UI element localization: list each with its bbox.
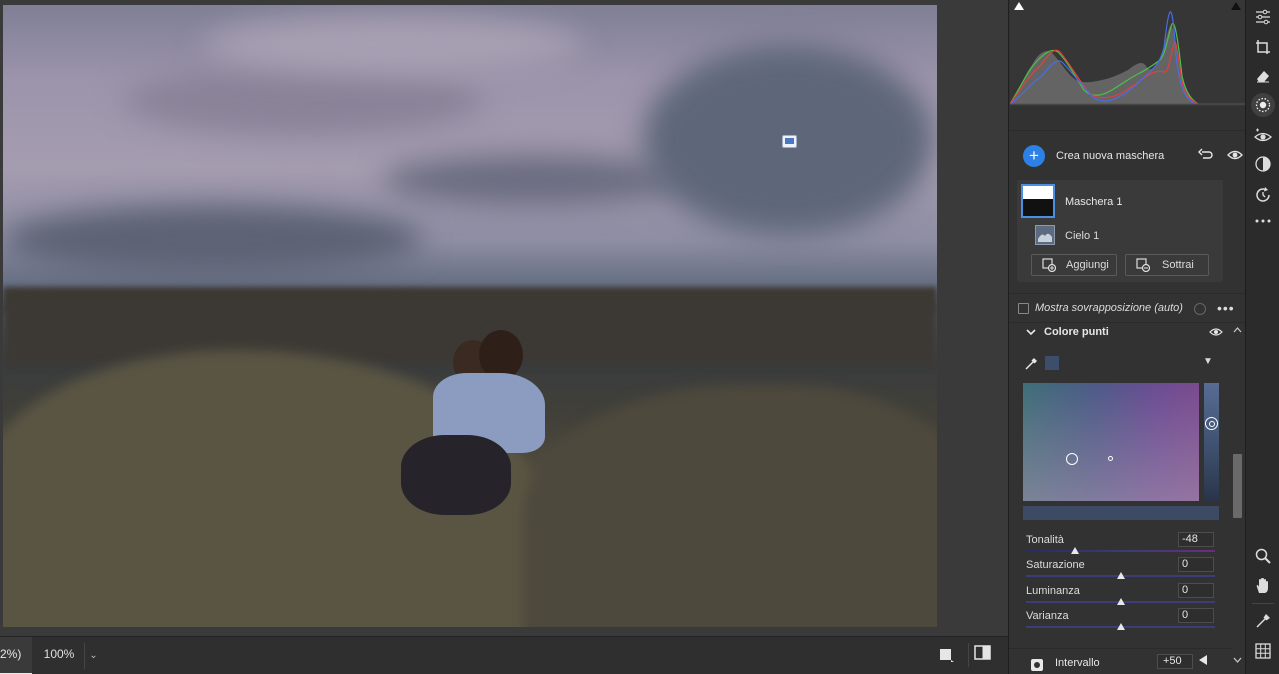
image-canvas[interactable] <box>0 0 1008 636</box>
interval-row: Intervallo +50 <box>1009 648 1231 674</box>
eye-icon[interactable] <box>1209 327 1223 337</box>
zoom-fit-button[interactable]: 2%) <box>0 637 32 674</box>
cloud-shape <box>383 155 683 205</box>
zoom-100-button[interactable]: 100% <box>36 637 82 674</box>
subtract-button[interactable]: Sottrai <box>1125 254 1209 276</box>
sky-component-icon[interactable] <box>1035 225 1055 245</box>
cloud-shape <box>203 15 583 75</box>
red-eye-icon[interactable] <box>1254 128 1272 146</box>
overlay-label[interactable]: Mostra sovrapposizione (auto) <box>1035 302 1183 314</box>
eye-icon[interactable] <box>1227 148 1243 162</box>
more-icon[interactable] <box>1254 212 1272 230</box>
selected-color-swatch[interactable] <box>1045 356 1059 370</box>
section-title: Colore punti <box>1044 326 1109 338</box>
add-mask-icon <box>1042 258 1056 272</box>
slider-label: Varianza <box>1026 610 1069 622</box>
divider <box>1252 603 1274 604</box>
interval-icon <box>1031 659 1043 671</box>
bottom-toolbar: 2%) 100% ⌄ <box>0 636 1008 674</box>
create-mask-button[interactable]: + <box>1023 145 1045 167</box>
eyedropper-icon[interactable] <box>1023 356 1039 372</box>
slider-thumb[interactable] <box>1116 623 1125 630</box>
grid-icon[interactable] <box>1254 642 1272 660</box>
interval-arrow-icon[interactable] <box>1199 655 1207 665</box>
undo-icon[interactable] <box>1198 148 1214 162</box>
slider-value-input[interactable]: 0 <box>1178 583 1214 598</box>
luminance-handle[interactable] <box>1205 417 1218 430</box>
slider-track[interactable] <box>1026 550 1215 552</box>
mask-pin[interactable] <box>782 135 797 148</box>
highlight-clipping-icon[interactable] <box>1229 0 1243 14</box>
versions-icon[interactable] <box>1254 186 1272 204</box>
slider-label: Tonalità <box>1026 534 1064 546</box>
heal-eraser-icon[interactable] <box>1254 67 1272 85</box>
histogram <box>1009 0 1245 106</box>
luminance-bar[interactable] <box>1204 383 1219 501</box>
mask-name[interactable]: Maschera 1 <box>1065 196 1122 208</box>
slider-luminance[interactable]: Luminanza 0 <box>1026 583 1216 610</box>
slider-value-input[interactable]: 0 <box>1178 557 1214 572</box>
sampler-icon[interactable] <box>1254 612 1272 630</box>
mask-header: + Crea nuova maschera <box>1009 130 1246 174</box>
subtract-mask-icon <box>1136 258 1150 272</box>
cloud-shape <box>123 65 483 135</box>
slider-thumb[interactable] <box>1116 572 1125 579</box>
overlay-row: Mostra sovrapposizione (auto) ••• <box>1009 293 1246 323</box>
histogram-graph <box>1009 11 1245 105</box>
color-range-header[interactable]: Colore punti <box>1009 324 1231 344</box>
color-picker-row: ▼ <box>1023 354 1223 374</box>
overlay-color-icon[interactable] <box>1194 303 1206 315</box>
slider-label: Saturazione <box>1026 559 1085 571</box>
component-name[interactable]: Cielo 1 <box>1065 230 1099 242</box>
edit-panel: + Crea nuova maschera Maschera 1 Cielo 1… <box>1008 0 1246 674</box>
scroll-down-icon[interactable] <box>1233 656 1242 664</box>
add-button[interactable]: Aggiungi <box>1031 254 1117 276</box>
compare-view-icon[interactable] <box>968 643 996 667</box>
overlay-checkbox[interactable] <box>1018 303 1029 314</box>
grass-shape <box>523 385 937 627</box>
slider-value-input[interactable]: 0 <box>1178 608 1214 623</box>
create-mask-label: Crea nuova maschera <box>1056 150 1165 162</box>
add-button-label: Aggiungi <box>1066 259 1109 271</box>
photo[interactable] <box>3 5 937 627</box>
color-range-field[interactable] <box>1023 383 1199 501</box>
slider-thumb[interactable] <box>1071 547 1080 554</box>
shadow-clipping-icon[interactable] <box>1012 0 1026 14</box>
person-legs <box>401 435 511 515</box>
mask-thumbnail[interactable] <box>1021 184 1055 218</box>
edit-sliders-icon[interactable] <box>1254 8 1272 26</box>
slider-hue[interactable]: Tonalità -48 <box>1026 532 1216 559</box>
subtract-button-label: Sottrai <box>1162 259 1194 271</box>
chevron-down-icon[interactable] <box>1025 326 1037 338</box>
slider-saturation[interactable]: Saturazione 0 <box>1026 557 1216 584</box>
interval-label: Intervallo <box>1055 657 1100 669</box>
interval-value-input[interactable]: +50 <box>1157 654 1193 669</box>
color-sample-point[interactable] <box>1108 456 1113 461</box>
more-options-icon[interactable]: ••• <box>1217 300 1235 316</box>
hand-icon[interactable] <box>1254 577 1272 595</box>
scroll-thumb[interactable] <box>1233 454 1242 518</box>
color-preview-bar <box>1023 506 1219 520</box>
scroll-up-icon[interactable] <box>1233 326 1242 334</box>
cloud-shape <box>3 205 423 275</box>
color-selector-handle[interactable] <box>1066 453 1078 465</box>
chevron-down-icon[interactable]: ⌄ <box>84 643 102 669</box>
panel-scrollbar[interactable] <box>1231 324 1244 668</box>
triangle-down-icon[interactable]: ▼ <box>1203 356 1213 367</box>
slider-variance[interactable]: Varianza 0 <box>1026 608 1216 635</box>
single-view-icon[interactable] <box>938 646 956 664</box>
slider-label: Luminanza <box>1026 585 1080 597</box>
zoom-icon[interactable] <box>1254 547 1272 565</box>
presets-icon[interactable] <box>1254 155 1272 173</box>
tool-strip <box>1245 0 1279 674</box>
mask-list: Maschera 1 Cielo 1 Aggiungi Sottrai <box>1017 180 1223 282</box>
slider-thumb[interactable] <box>1116 598 1125 605</box>
masking-icon[interactable] <box>1251 93 1275 117</box>
slider-value-input[interactable]: -48 <box>1178 532 1214 547</box>
crop-icon[interactable] <box>1254 38 1272 56</box>
